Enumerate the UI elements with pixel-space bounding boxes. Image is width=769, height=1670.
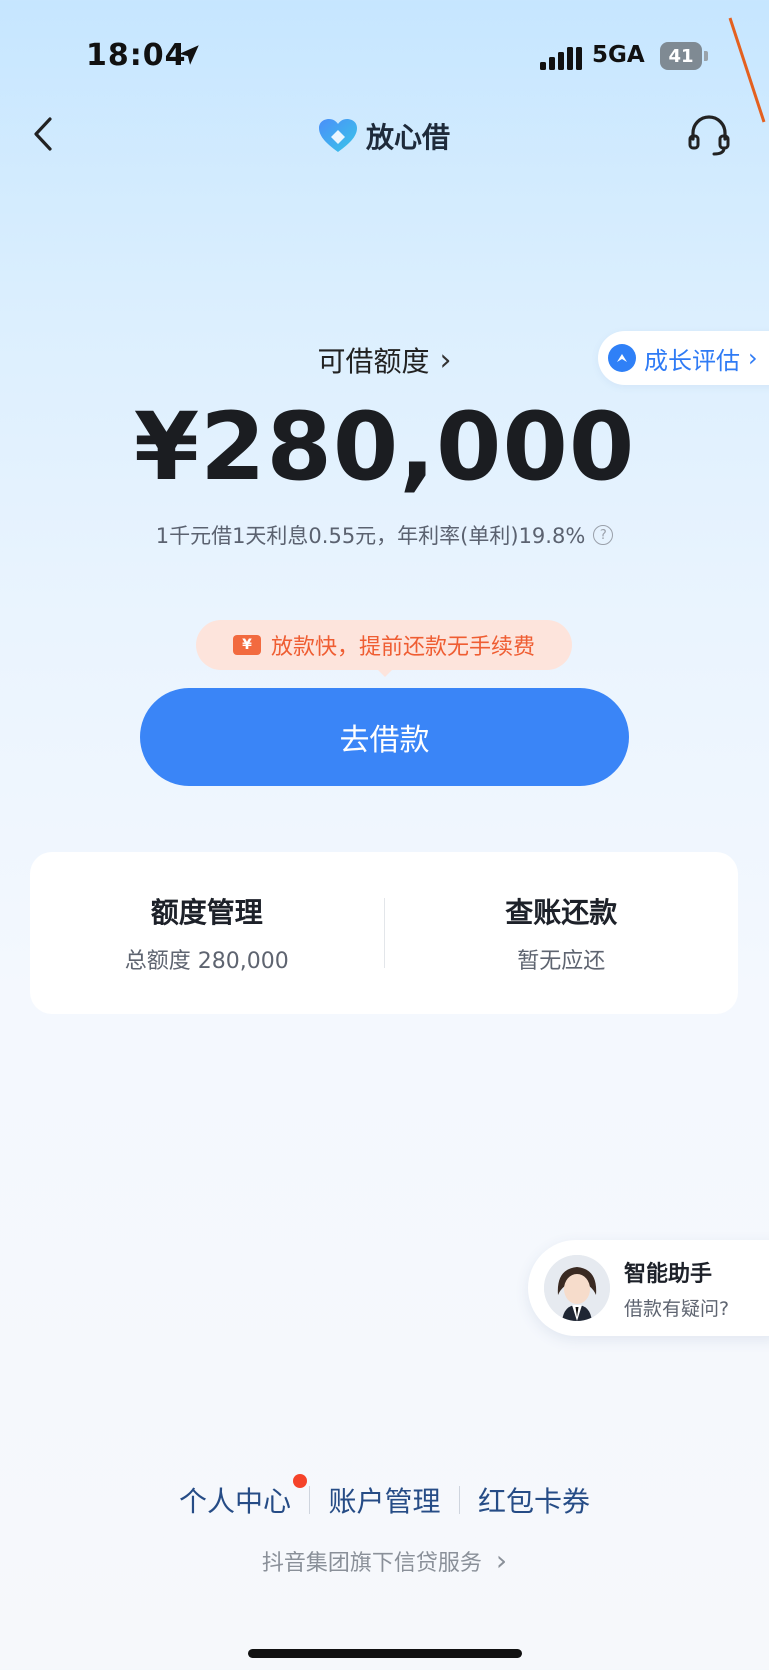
bill-repayment[interactable]: 查账还款 暂无应还 bbox=[385, 891, 739, 975]
battery-icon: 41 bbox=[660, 42, 702, 70]
assistant-avatar bbox=[544, 1255, 610, 1321]
credit-title-label: 可借额度 bbox=[317, 345, 430, 378]
battery-level: 41 bbox=[668, 45, 694, 67]
footer-links: 个人中心 账户管理 红包卡券 bbox=[0, 1474, 769, 1520]
personal-center-label: 个人中心 bbox=[178, 1485, 291, 1518]
credit-management[interactable]: 额度管理 总额度 280,000 bbox=[30, 891, 384, 975]
status-time: 18:04 bbox=[86, 38, 187, 73]
chevron-right-icon: › bbox=[495, 1544, 508, 1577]
promo-text: 放款快，提前还款无手续费 bbox=[270, 635, 535, 660]
chevron-right-icon: › bbox=[439, 342, 452, 378]
smart-assistant-button[interactable]: 智能助手 借款有疑问? bbox=[528, 1240, 769, 1336]
brand-name: 放心借 bbox=[366, 121, 451, 154]
interest-rate-info: 1千元借1天利息0.55元，年利率(单利)19.8% ? bbox=[0, 520, 769, 550]
location-arrow-icon bbox=[179, 45, 199, 65]
coupon-icon: ¥ bbox=[232, 635, 261, 655]
home-indicator bbox=[248, 1649, 522, 1658]
promo-tail bbox=[376, 668, 394, 677]
customer-service-headset-icon[interactable] bbox=[686, 112, 732, 158]
personal-center-link[interactable]: 个人中心 bbox=[161, 1474, 309, 1520]
account-management-link[interactable]: 账户管理 bbox=[310, 1480, 458, 1520]
coupons-link[interactable]: 红包卡券 bbox=[460, 1480, 608, 1520]
account-card: 额度管理 总额度 280,000 查账还款 暂无应还 bbox=[30, 852, 738, 1014]
total-credit: 总额度 280,000 bbox=[124, 949, 289, 974]
rate-text: 1千元借1天利息0.55元，年利率(单利)19.8% bbox=[155, 524, 586, 548]
back-chevron-icon[interactable] bbox=[30, 115, 56, 153]
borrow-button[interactable]: 去借款 bbox=[140, 688, 629, 786]
service-info[interactable]: 抖音集团旗下信贷服务 › bbox=[0, 1544, 769, 1577]
signal-icon bbox=[540, 47, 582, 70]
brand-logo: 放心借 bbox=[318, 116, 450, 156]
question-circle-icon[interactable]: ? bbox=[593, 525, 614, 545]
credit-management-title: 额度管理 bbox=[150, 896, 263, 929]
assistant-title: 智能助手 bbox=[624, 1261, 713, 1287]
repayment-status: 暂无应还 bbox=[517, 949, 606, 974]
battery-nub bbox=[704, 51, 708, 61]
credit-amount: ¥280,000 bbox=[133, 393, 636, 502]
network-type: 5GA bbox=[592, 42, 645, 68]
service-text: 抖音集团旗下信贷服务 bbox=[261, 1550, 482, 1576]
bill-repayment-title: 查账还款 bbox=[505, 896, 618, 929]
notification-dot bbox=[292, 1474, 307, 1488]
assistant-subtitle: 借款有疑问? bbox=[624, 1297, 730, 1320]
promo-tip: ¥ 放款快，提前还款无手续费 bbox=[196, 620, 572, 670]
credit-limit-title[interactable]: 可借额度 › bbox=[0, 340, 769, 380]
heart-logo-icon bbox=[319, 119, 357, 152]
